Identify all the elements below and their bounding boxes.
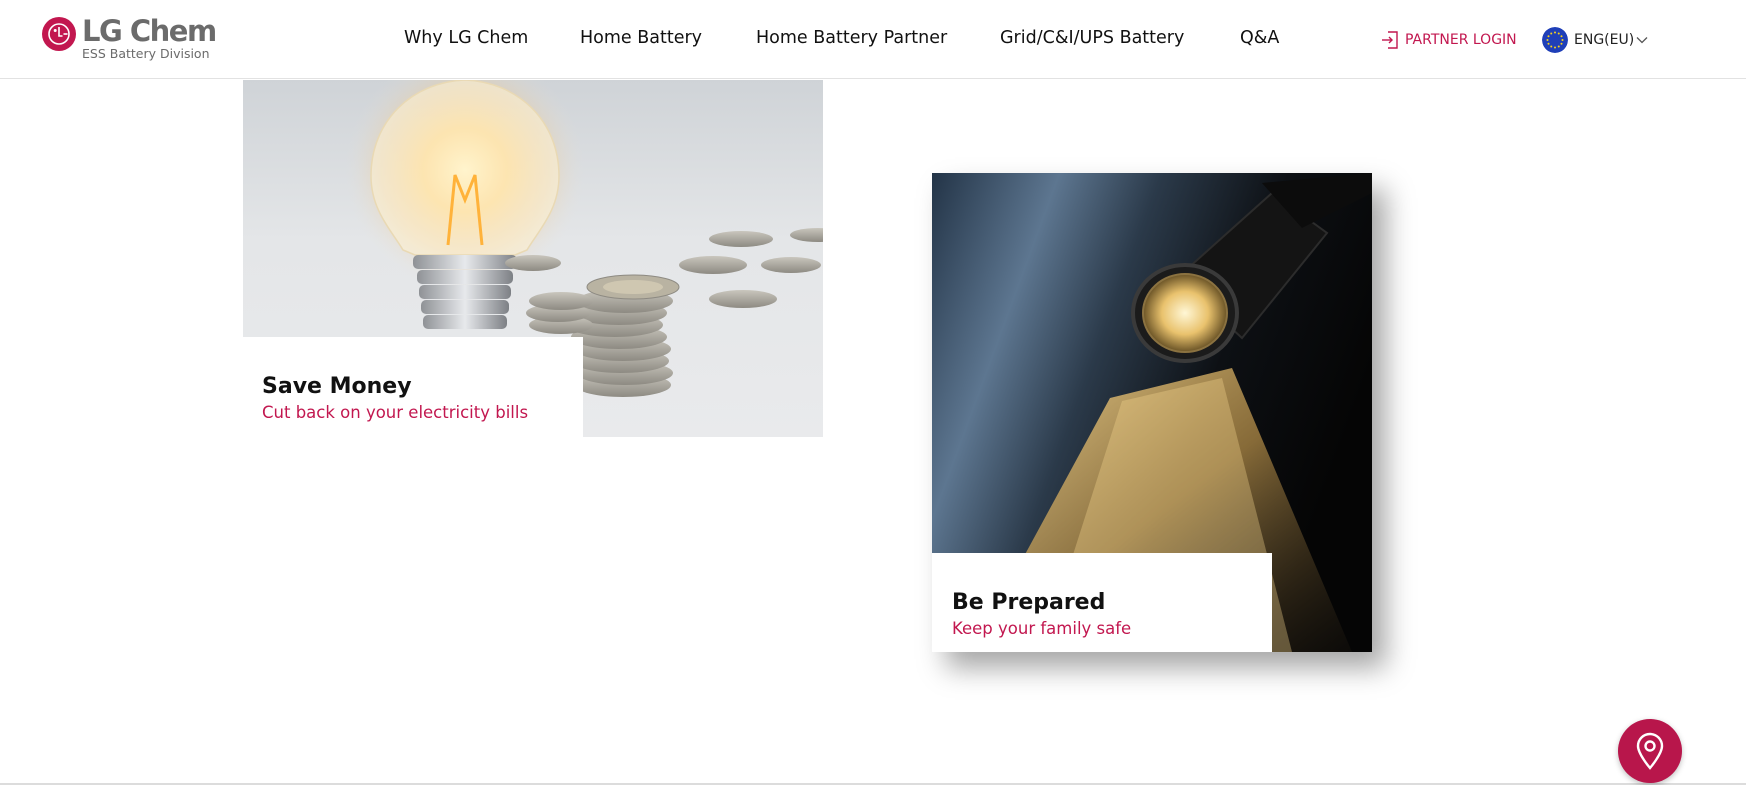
nav-item-grid-ci-ups-battery[interactable]: Grid/C&I/UPS Battery xyxy=(1000,28,1184,48)
lg-chem-logo[interactable]: LG Chem ESS Battery Division xyxy=(42,14,222,64)
brand-division: ESS Battery Division xyxy=(82,46,210,61)
login-icon xyxy=(1382,31,1398,49)
location-pin-icon xyxy=(1636,732,1664,770)
be-prepared-card[interactable]: Be Prepared Keep your family safe xyxy=(932,553,1272,652)
card-title-save-money: Save Money xyxy=(262,374,412,399)
nav-item-why-lg-chem[interactable]: Why LG Chem xyxy=(404,28,528,48)
location-finder-button[interactable] xyxy=(1618,719,1682,783)
eu-flag-icon xyxy=(1542,27,1568,53)
partner-login-label: PARTNER LOGIN xyxy=(1405,32,1517,48)
language-label: ENG(EU) xyxy=(1574,32,1635,48)
card-subtitle-be-prepared: Keep your family safe xyxy=(952,619,1132,638)
save-money-card[interactable]: Save Money Cut back on your electricity … xyxy=(243,337,583,437)
language-selector[interactable]: ENG(EU) xyxy=(1542,27,1648,53)
card-subtitle-save-money: Cut back on your electricity bills xyxy=(262,403,529,422)
nav-item-home-battery-partner[interactable]: Home Battery Partner xyxy=(756,28,947,48)
nav-item-home-battery[interactable]: Home Battery xyxy=(580,28,702,48)
chevron-down-icon xyxy=(1636,37,1648,44)
brand-name: LG Chem xyxy=(82,14,217,48)
partner-login-link[interactable]: PARTNER LOGIN xyxy=(1381,30,1517,50)
card-title-be-prepared: Be Prepared xyxy=(952,590,1106,615)
site-header: LG Chem ESS Battery Division Why LG Chem… xyxy=(0,0,1746,79)
lg-logo-icon xyxy=(42,17,76,51)
nav-item-qa[interactable]: Q&A xyxy=(1240,28,1279,48)
